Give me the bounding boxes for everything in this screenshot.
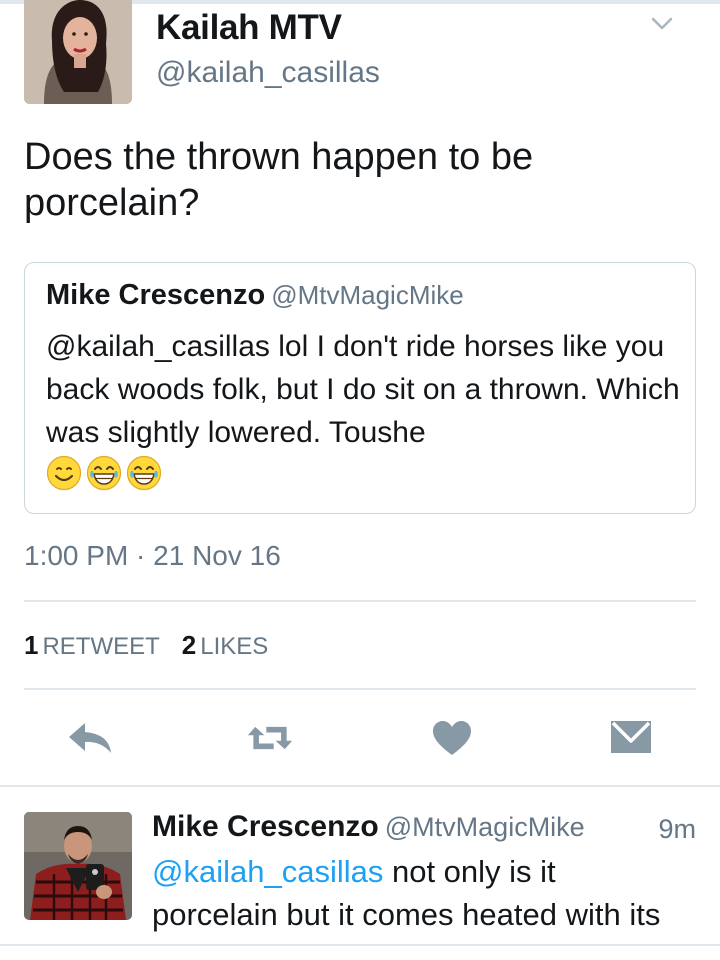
reply-mention-link[interactable]: @kailah_casillas [152, 854, 383, 889]
smiling-face-icon [46, 455, 82, 491]
reply-author-name[interactable]: Mike Crescenzo [152, 810, 379, 843]
divider [0, 785, 720, 787]
retweet-icon [247, 726, 293, 750]
divider [24, 600, 696, 602]
divider [0, 944, 720, 946]
tweet-stats: 1 RETWEET 2 LIKES [24, 630, 268, 661]
quoted-author-name: Mike Crescenzo [46, 279, 266, 311]
author-avatar[interactable] [24, 0, 132, 104]
like-count[interactable]: 2 [182, 630, 196, 660]
like-heart-icon [433, 721, 471, 755]
retweet-button[interactable] [246, 716, 294, 760]
reply-button[interactable] [66, 716, 114, 760]
quoted-tweet-header: Mike Crescenzo @MtvMagicMike [46, 279, 464, 312]
emoji-row [46, 455, 162, 495]
reply-time[interactable]: 9m [658, 814, 696, 845]
reply-icon [69, 723, 111, 753]
reply-text: @kailah_casillas not only is it porcelain… [152, 850, 702, 936]
reply-author-avatar[interactable] [24, 812, 132, 920]
tears-of-joy-icon [126, 455, 162, 491]
quoted-tweet-card[interactable]: Mike Crescenzo @MtvMagicMike @kailah_casi… [24, 262, 696, 514]
quoted-tweet-text: @kailah_casillas lol I don't ride horses… [46, 330, 680, 449]
like-label[interactable]: LIKES [200, 633, 268, 660]
tears-of-joy-icon [86, 455, 122, 491]
tweet-text: Does the thrown happen to be porcelain? [24, 136, 534, 224]
divider [24, 688, 696, 690]
tweet-timestamp[interactable]: 1:00 PM · 21 Nov 16 [24, 540, 281, 572]
author-handle[interactable]: @kailah_casillas [156, 56, 380, 90]
direct-message-button[interactable] [607, 716, 655, 760]
author-name[interactable]: Kailah MTV [156, 8, 342, 48]
direct-message-icon [611, 721, 651, 753]
quoted-author-handle: @MtvMagicMike [271, 280, 464, 310]
retweet-count[interactable]: 1 [24, 630, 38, 660]
chevron-down-icon[interactable] [650, 14, 674, 34]
reply-header: Mike Crescenzo @MtvMagicMike [152, 810, 702, 844]
retweet-label[interactable]: RETWEET [42, 633, 159, 660]
like-button[interactable] [428, 716, 476, 760]
reply-author-handle[interactable]: @MtvMagicMike [385, 812, 585, 842]
reply-text-part: not only is it [383, 854, 556, 889]
reply-text-line: porcelain but it comes heated with its [152, 897, 661, 932]
